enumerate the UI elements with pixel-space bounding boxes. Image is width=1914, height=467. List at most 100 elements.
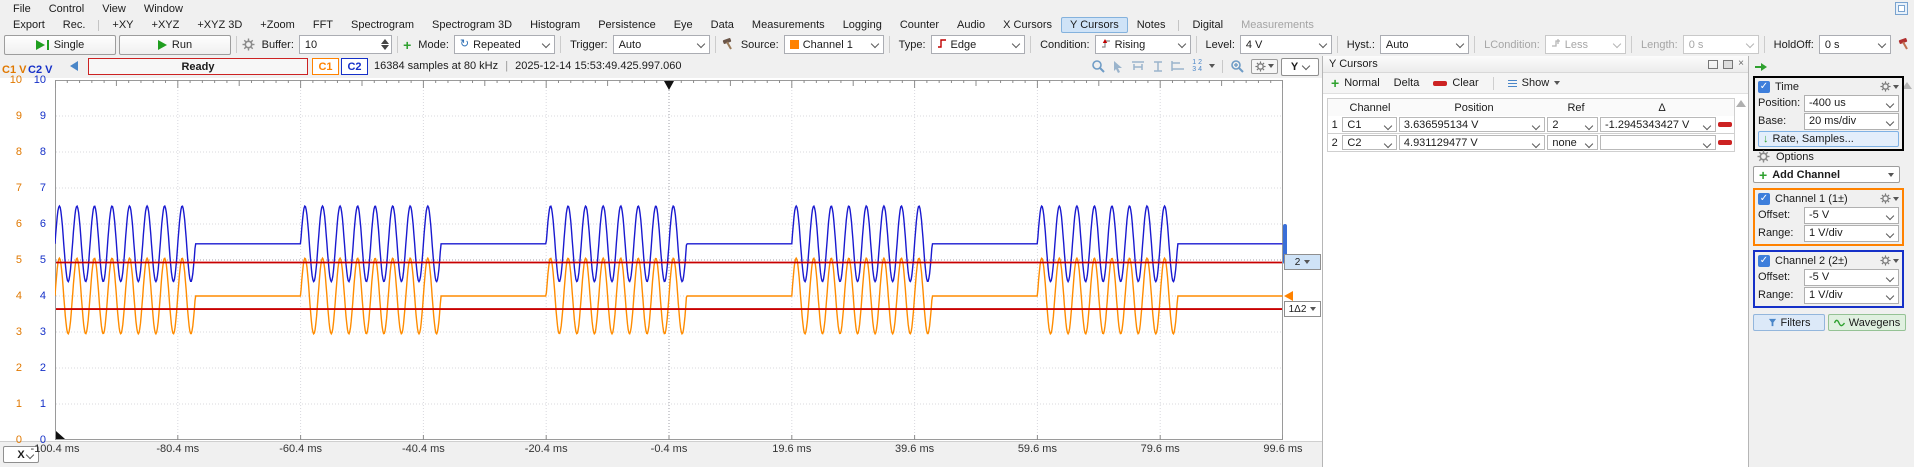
cursor1-marker[interactable]: 1Δ2 xyxy=(1284,301,1321,317)
fit-width-icon[interactable] xyxy=(1131,60,1145,72)
tab-spectrogram[interactable]: Spectrogram xyxy=(342,17,423,33)
cursor-ref-select[interactable]: 2 xyxy=(1547,117,1598,132)
tab-xyz-3d[interactable]: +XYZ 3D xyxy=(188,17,251,33)
tab-data[interactable]: Data xyxy=(702,17,743,33)
cursor2-marker[interactable]: 2 xyxy=(1284,254,1321,270)
channel2-offset-select[interactable]: -5 V xyxy=(1804,269,1899,286)
tab-persistence[interactable]: Persistence xyxy=(589,17,664,33)
tab-xyz[interactable]: +XYZ xyxy=(143,17,189,33)
holdoff-select[interactable]: 0 s xyxy=(1819,35,1891,54)
length-select[interactable]: 0 s xyxy=(1683,35,1759,54)
cursor-ref-select[interactable]: none xyxy=(1547,135,1598,150)
clear-cursors-button[interactable]: Clear xyxy=(1433,77,1478,89)
filters-button[interactable]: Filters xyxy=(1753,314,1825,331)
tab-audio[interactable]: Audio xyxy=(948,17,994,33)
wavegens-button[interactable]: Wavegens xyxy=(1828,314,1906,331)
channel1-gear-icon[interactable] xyxy=(1880,193,1899,204)
plot-settings-gear-icon[interactable] xyxy=(1251,59,1278,74)
buffer-spinbox[interactable]: 10 xyxy=(299,35,393,54)
buffer-gear-icon[interactable] xyxy=(242,38,255,51)
condition-select[interactable]: Rising xyxy=(1095,35,1191,54)
mode-select[interactable]: ↻ Repeated xyxy=(454,35,556,54)
menu-window[interactable]: Window xyxy=(135,2,192,16)
float-panel-icon[interactable] xyxy=(1708,60,1718,69)
cursor-position-input[interactable]: 4.931129477 V xyxy=(1399,135,1545,150)
channel2-gear-icon[interactable] xyxy=(1880,255,1899,266)
quadrants-icon[interactable]: 1 23 4 xyxy=(1192,59,1202,73)
scope-plot[interactable] xyxy=(55,80,1283,440)
zoom-in-icon[interactable] xyxy=(1230,59,1244,73)
channel1-range-select[interactable]: 1 V/div xyxy=(1804,225,1899,242)
time-position-select[interactable]: -400 us xyxy=(1804,95,1899,112)
tab-x-cursors[interactable]: X Cursors xyxy=(994,17,1061,33)
show-menu-button[interactable]: Show xyxy=(1508,77,1561,89)
cursor-position-input[interactable]: 3.636595134 V xyxy=(1399,117,1545,132)
spin-up-icon[interactable] xyxy=(381,39,389,44)
lcondition-select[interactable]: Less xyxy=(1545,35,1627,54)
time-checkbox[interactable]: ✓ xyxy=(1758,81,1770,93)
tab-counter[interactable]: Counter xyxy=(891,17,948,33)
tab-eye[interactable]: Eye xyxy=(665,17,702,33)
y-axis-selector[interactable]: Y xyxy=(1281,58,1319,76)
menu-control[interactable]: Control xyxy=(40,2,93,16)
tab-export[interactable]: Export xyxy=(4,17,54,33)
add-mode-icon[interactable]: + xyxy=(403,40,411,50)
collapse-sidebar-icon[interactable] xyxy=(1755,63,1767,71)
time-gear-icon[interactable] xyxy=(1880,81,1899,92)
table-scroll-up-icon[interactable] xyxy=(1736,100,1746,107)
cursor-channel-select[interactable]: C2 xyxy=(1342,135,1396,150)
fit-height-icon[interactable] xyxy=(1152,60,1164,73)
hysteresis-select[interactable]: Auto xyxy=(1380,35,1470,54)
source-hammer-icon[interactable] xyxy=(721,37,734,53)
cursor-delta-value[interactable] xyxy=(1600,135,1716,150)
tab-digital[interactable]: Digital xyxy=(1183,17,1232,33)
run-button[interactable]: Run xyxy=(119,35,231,55)
tab-histogram[interactable]: Histogram xyxy=(521,17,589,33)
tab-notes[interactable]: Notes xyxy=(1128,17,1175,33)
trigger-level-arrow-icon[interactable] xyxy=(1284,291,1293,301)
chevron-down-icon xyxy=(1532,140,1540,148)
source-select[interactable]: Channel 1 xyxy=(784,35,884,54)
level-select[interactable]: 4 V xyxy=(1240,35,1332,54)
trigger-select[interactable]: Auto xyxy=(613,35,711,54)
close-panel-icon[interactable]: × xyxy=(1738,59,1744,69)
tab-zoom[interactable]: +Zoom xyxy=(251,17,304,33)
tab-measurements[interactable]: Measurements xyxy=(743,17,834,33)
channel2-badge[interactable]: C2 xyxy=(341,58,368,75)
remove-cursor-button[interactable] xyxy=(1717,140,1734,145)
add-delta-cursor-button[interactable]: Delta xyxy=(1394,77,1420,89)
single-button[interactable]: Single xyxy=(4,35,116,55)
rate-samples-button[interactable]: ↓ Rate, Samples... xyxy=(1758,131,1899,147)
time-base-select[interactable]: 20 ms/div xyxy=(1804,113,1899,130)
channel1-offset-select[interactable]: -5 V xyxy=(1804,207,1899,224)
channel1-checkbox[interactable]: ✓ xyxy=(1758,193,1770,205)
tab-xy[interactable]: +XY xyxy=(103,17,142,33)
tab-fft[interactable]: FFT xyxy=(304,17,342,33)
tab-spectrogram-3d[interactable]: Spectrogram 3D xyxy=(423,17,521,33)
fit-screen-icon[interactable] xyxy=(1171,60,1185,72)
menu-view[interactable]: View xyxy=(93,2,135,16)
options-button[interactable]: Options xyxy=(1757,150,1814,163)
history-back-icon[interactable] xyxy=(70,61,78,71)
pointer-icon[interactable] xyxy=(1112,60,1124,73)
add-channel-select[interactable]: + Add Channel xyxy=(1753,166,1900,183)
tab-logging[interactable]: Logging xyxy=(834,17,891,33)
add-normal-cursor-button[interactable]: + Normal xyxy=(1331,77,1380,89)
type-select[interactable]: Edge xyxy=(931,35,1026,54)
cursor-channel-select[interactable]: C1 xyxy=(1342,117,1396,132)
channel2-range-select[interactable]: 1 V/div xyxy=(1804,287,1899,304)
more-tools-dropdown-icon[interactable] xyxy=(1209,64,1215,68)
window-restore-icon[interactable] xyxy=(1895,2,1908,15)
tab-y-cursors[interactable]: Y Cursors xyxy=(1061,17,1128,33)
spin-down-icon[interactable] xyxy=(381,45,389,50)
channel1-badge[interactable]: C1 xyxy=(312,58,339,75)
channel2-checkbox[interactable]: ✓ xyxy=(1758,255,1770,267)
cursor-delta-value[interactable]: -1.2945343427 V xyxy=(1600,117,1716,132)
tab-rec[interactable]: Rec. xyxy=(54,17,95,33)
tab-measurements[interactable]: Measurements xyxy=(1232,17,1323,33)
menu-file[interactable]: File xyxy=(4,2,40,16)
zoom-select-icon[interactable] xyxy=(1091,59,1105,73)
dock-panel-icon[interactable] xyxy=(1723,60,1733,69)
remove-cursor-button[interactable] xyxy=(1717,122,1734,127)
trigger-tool-icon[interactable] xyxy=(1897,37,1910,53)
